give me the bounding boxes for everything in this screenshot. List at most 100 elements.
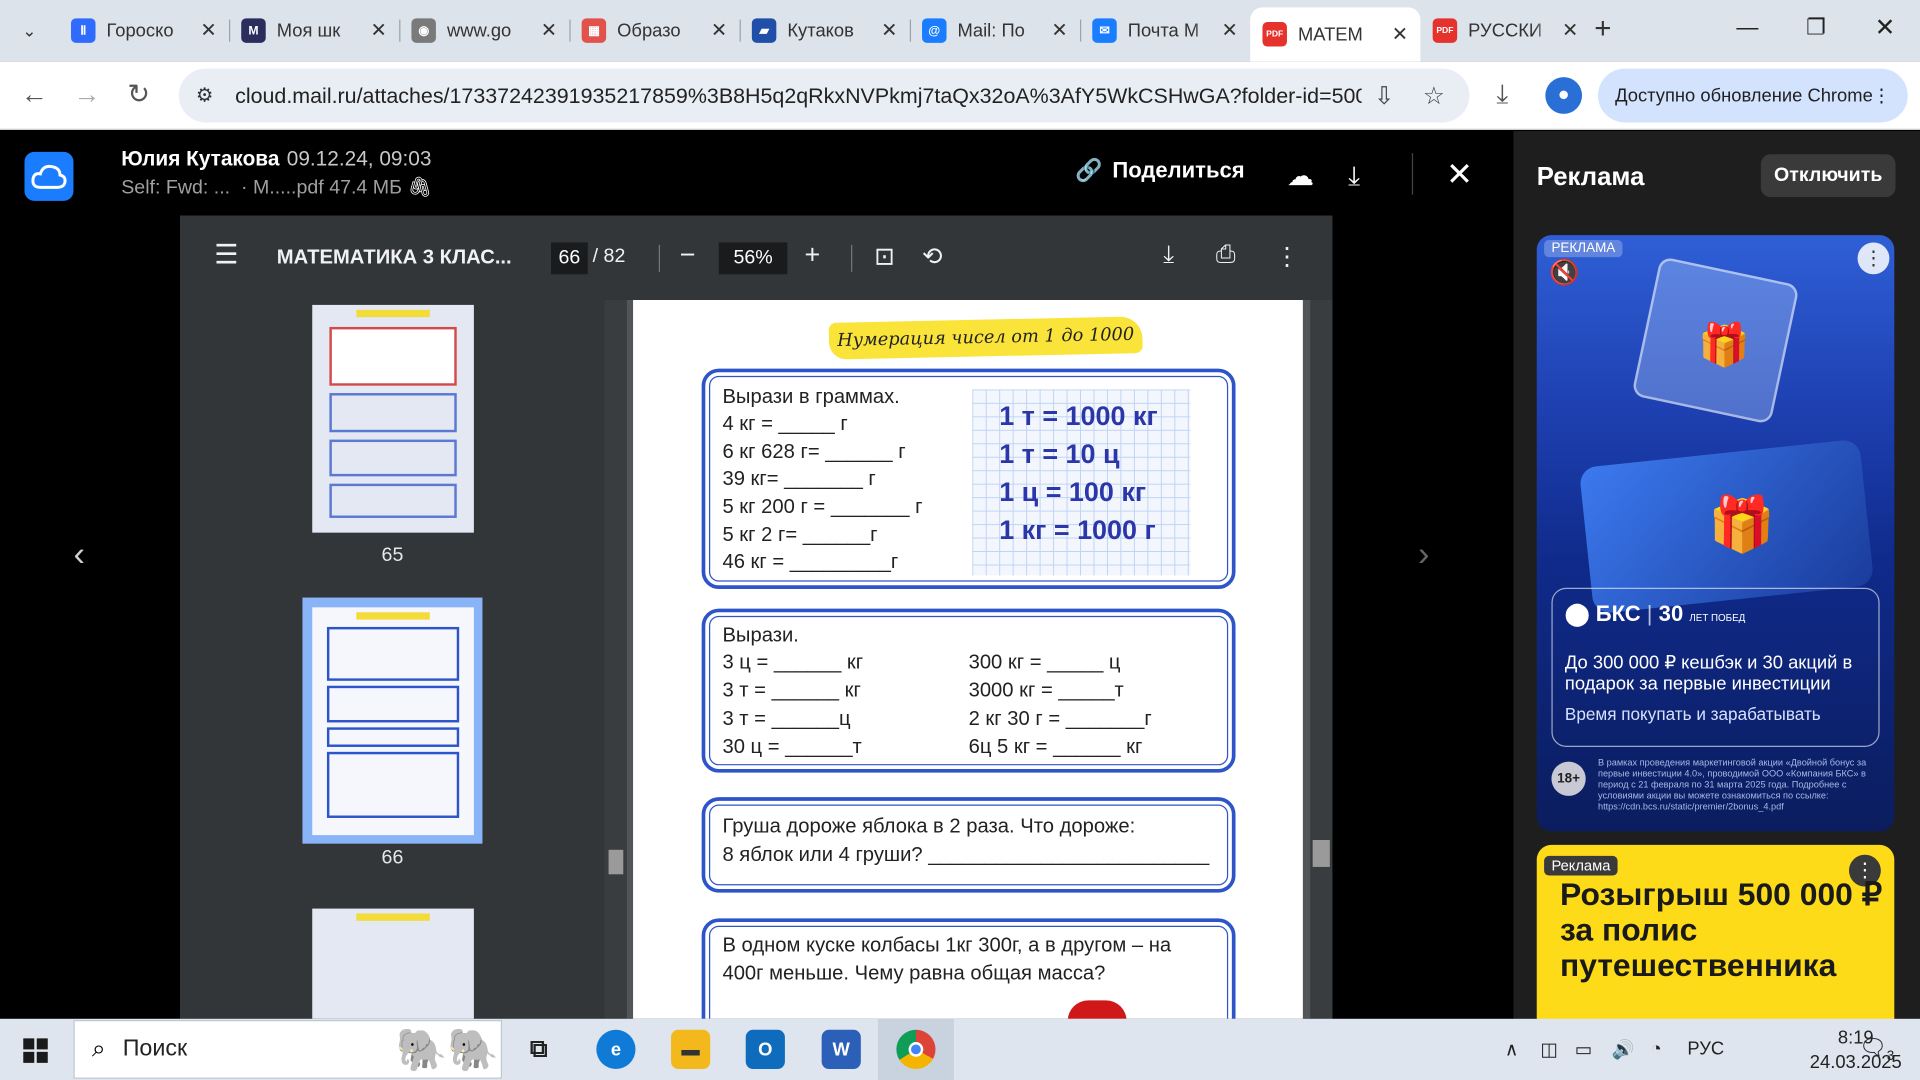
browser-tab[interactable]: PDF РУССКИ ✕ [1420,7,1590,54]
reload-button[interactable]: ↻ [127,78,150,110]
taskbar-search[interactable]: ⌕ Поиск 🐘🐘 [73,1020,503,1079]
meet-icon[interactable]: ◫ [1540,1038,1557,1061]
tab-title: МАТЕМ [1297,23,1363,45]
close-tab-icon[interactable]: ✕ [1222,18,1238,42]
exercise-line: Вырази в граммах. [722,385,900,408]
battery-icon[interactable]: ▭ [1575,1038,1592,1061]
close-tab-icon[interactable]: ✕ [711,18,727,42]
close-tab-icon[interactable]: ✕ [1392,22,1408,46]
thumbnail-page-66[interactable] [312,607,474,836]
browser-tab[interactable]: ▰ Кутаков ✕ [739,7,910,54]
more-menu-icon[interactable]: ⋮ [1872,84,1890,107]
tab-favicon-icon: ▰ [751,18,777,43]
tab-favicon-icon: ✉ [1092,18,1117,43]
thumbnail-page-65[interactable] [312,304,474,533]
sausage-image [1067,1000,1127,1019]
ad-menu-icon[interactable]: ⋮ [1857,242,1890,275]
start-button-icon[interactable] [23,1038,48,1063]
cloud-logo-icon[interactable] [24,151,74,201]
install-app-icon[interactable]: ⇩ [1374,81,1395,112]
sidebar-menu-icon[interactable]: ☰ [214,239,238,271]
fit-page-icon[interactable]: ⊡ [874,241,895,272]
notification-icon[interactable]: 🗨3 [1859,1035,1894,1064]
chrome-icon[interactable] [896,1029,936,1069]
link-icon: 🔗 [1075,157,1103,183]
volume-icon[interactable]: 🔊 [1611,1038,1634,1061]
page-scrollbar[interactable] [1310,300,1333,1019]
scrollbar-thumb[interactable] [608,849,624,875]
thumb-block [329,393,457,433]
close-tab-icon[interactable]: ✕ [541,18,557,42]
brand-name: БКС [1595,601,1641,626]
share-button[interactable]: 🔗 Поделиться [1075,158,1245,184]
tab-favicon-icon: PDF [1262,22,1287,47]
tray-overflow-icon[interactable]: ∧ [1505,1038,1518,1061]
pdf-download-icon[interactable]: ⤓ [1163,241,1174,269]
back-button[interactable]: ← [21,78,48,110]
thumbnail-page-67[interactable] [312,908,474,1019]
rotate-icon[interactable]: ⟲ [922,241,943,272]
close-tab-icon[interactable]: ✕ [881,18,897,42]
thumbnail-scrollbar[interactable] [604,300,627,1019]
disable-ads-button[interactable]: Отключить [1760,154,1896,198]
minimize-button[interactable]: — [1736,15,1758,41]
task-view-icon[interactable]: ⧉ [519,1030,558,1069]
exercise-line: 4 кг = _____ г [722,412,848,435]
edge-icon[interactable]: e [596,1029,636,1069]
language-indicator[interactable]: РУС [1687,1038,1724,1059]
subject-text: Self: Fwd: ... [121,177,231,199]
close-tab-icon[interactable]: ✕ [371,18,387,42]
page-number-input[interactable]: 66 [551,242,588,275]
omnibox[interactable]: ⚙ cloud.mail.ru/attaches/173372423919352… [178,68,1470,123]
close-tab-icon[interactable]: ✕ [1051,18,1067,42]
bookmark-star-icon[interactable]: ☆ [1423,81,1445,112]
site-settings-icon[interactable]: ⚙ [196,83,220,107]
profile-avatar[interactable]: ● [1545,77,1583,114]
unit-fact: 1 т = 1000 кг [999,400,1158,432]
bks-ad-banner[interactable]: РЕКЛАМА 🔇 ⋮ 🎁 🎁 ⬤ БКС | 30 ЛЕТ ПОБЕД До … [1536,235,1895,832]
new-tab-button[interactable]: + [1594,14,1611,44]
downloads-icon[interactable]: ⤓ [1496,78,1508,110]
restore-button[interactable]: ❐ [1806,15,1826,41]
zoom-out-button[interactable]: − [680,239,696,271]
chrome-update-button[interactable]: Доступно обновление Chrome ⋮ [1597,68,1908,123]
tab-title: Моя шк [276,20,341,42]
outlook-icon[interactable]: O [745,1029,785,1069]
zoom-input[interactable]: 56% [718,242,788,275]
exercise-line: 400г меньше. Чему равна общая масса? [722,962,1106,985]
forward-button[interactable]: → [73,78,100,110]
print-icon[interactable]: ⎙ [1216,241,1236,269]
next-attachment-button[interactable]: › [1418,535,1429,574]
download-icon[interactable]: ⤓ [1348,160,1360,192]
prev-attachment-button[interactable]: ‹ [73,535,84,574]
browser-tab[interactable]: ✉ Почта М ✕ [1080,7,1250,54]
browser-tab[interactable]: PDF МАТЕМ ✕ [1250,7,1421,62]
close-viewer-button[interactable]: ✕ [1446,156,1473,194]
close-tab-icon[interactable]: ✕ [200,18,216,42]
browser-tab[interactable]: @ Mail: По ✕ [909,7,1080,54]
thumb-block [329,483,457,518]
close-tab-icon[interactable]: ✕ [1562,18,1578,42]
cloud-upload-icon[interactable]: ☁ [1287,160,1314,192]
browser-tab[interactable]: Ⅱ Гороско ✕ [59,7,229,54]
browser-tab[interactable]: ◉ www.go ✕ [399,7,569,54]
pdf-more-icon[interactable]: ⋮ [1275,241,1299,272]
windows-taskbar: ⌕ Поиск 🐘🐘 ⧉ e ▬ O W ∧ ◫ ▭ 🔊 ◔ РУС 8:19 2… [0,1018,1920,1080]
url-text[interactable]: cloud.mail.ru/attaches/17337242391935217… [235,83,1362,109]
browser-tab[interactable]: ▦ Образо ✕ [569,7,739,54]
ads-heading: Реклама [1536,162,1645,192]
pdf-viewer: ☰ МАТЕМАТИКА 3 КЛАС... 66 / 82 − 56% + ⊡… [180,215,1333,1019]
file-explorer-icon[interactable]: ▬ [671,1029,711,1069]
close-window-button[interactable]: ✕ [1875,12,1896,43]
elephants-image: 🐘🐘 [395,1027,500,1074]
exercise-title: Вырази. [722,624,799,647]
zoom-in-button[interactable]: + [804,239,820,271]
tab-search-button[interactable]: ⌄ [7,11,51,50]
ad-headline: До 300 000 ₽ кешбэк и 30 акций в подарок… [1564,652,1853,695]
wifi-icon[interactable]: ◔ [1651,1038,1662,1059]
word-icon[interactable]: W [821,1029,861,1069]
browser-tab[interactable]: M Моя шк ✕ [228,7,399,54]
mute-icon[interactable]: 🔇 [1549,257,1579,288]
travel-insurance-ad[interactable]: Реклама ⋮ Розыгрыш 500 000 ₽ за полис пу… [1536,844,1895,1041]
scrollbar-thumb[interactable] [1312,840,1330,867]
